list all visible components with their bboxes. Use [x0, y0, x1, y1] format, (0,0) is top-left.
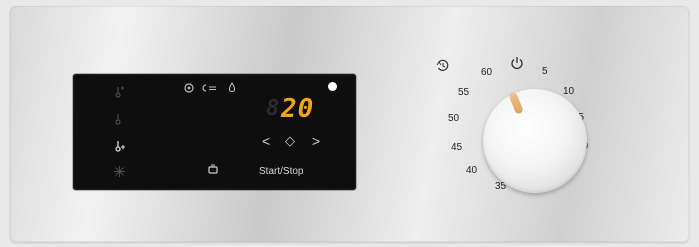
snowflake-icon[interactable]	[114, 166, 125, 180]
droplet-icon[interactable]	[228, 82, 236, 96]
dial-mark-60: 60	[481, 67, 493, 78]
dial-mark-10: 10	[563, 86, 575, 97]
lcd-display: 8 20 < ◇ > Start/Stop	[73, 74, 356, 190]
bake-mode-icon[interactable]	[199, 83, 217, 96]
indicator-dot	[328, 82, 337, 91]
oven-control-panel: 8 20 < ◇ > Start/Stop 5 10 15 20 25 30 3…	[10, 6, 689, 242]
dial-mark-40: 40	[466, 165, 478, 176]
timer-settings-icon	[436, 59, 450, 75]
fan-icon[interactable]	[184, 83, 194, 96]
cooking-pot-icon[interactable]	[207, 163, 219, 178]
dial-mark-55: 55	[458, 87, 470, 98]
thermometer-plus-icon[interactable]	[114, 86, 124, 101]
start-stop-button[interactable]: Start/Stop	[259, 166, 303, 177]
thermometer-icon[interactable]	[114, 113, 124, 128]
dial-mark-45: 45	[451, 142, 463, 153]
dial-mark-50: 50	[448, 113, 460, 124]
power-off-icon[interactable]	[510, 56, 524, 72]
prev-button[interactable]: <	[262, 134, 270, 148]
time-dim-digit: 8	[266, 96, 280, 121]
time-readout[interactable]: 20	[281, 94, 314, 124]
dial-mark-5: 5	[542, 66, 548, 77]
thermometer-boost-icon[interactable]	[114, 140, 126, 155]
timer-dial-knob[interactable]	[483, 89, 587, 193]
next-button[interactable]: >	[312, 134, 320, 148]
select-button[interactable]: ◇	[285, 134, 295, 148]
